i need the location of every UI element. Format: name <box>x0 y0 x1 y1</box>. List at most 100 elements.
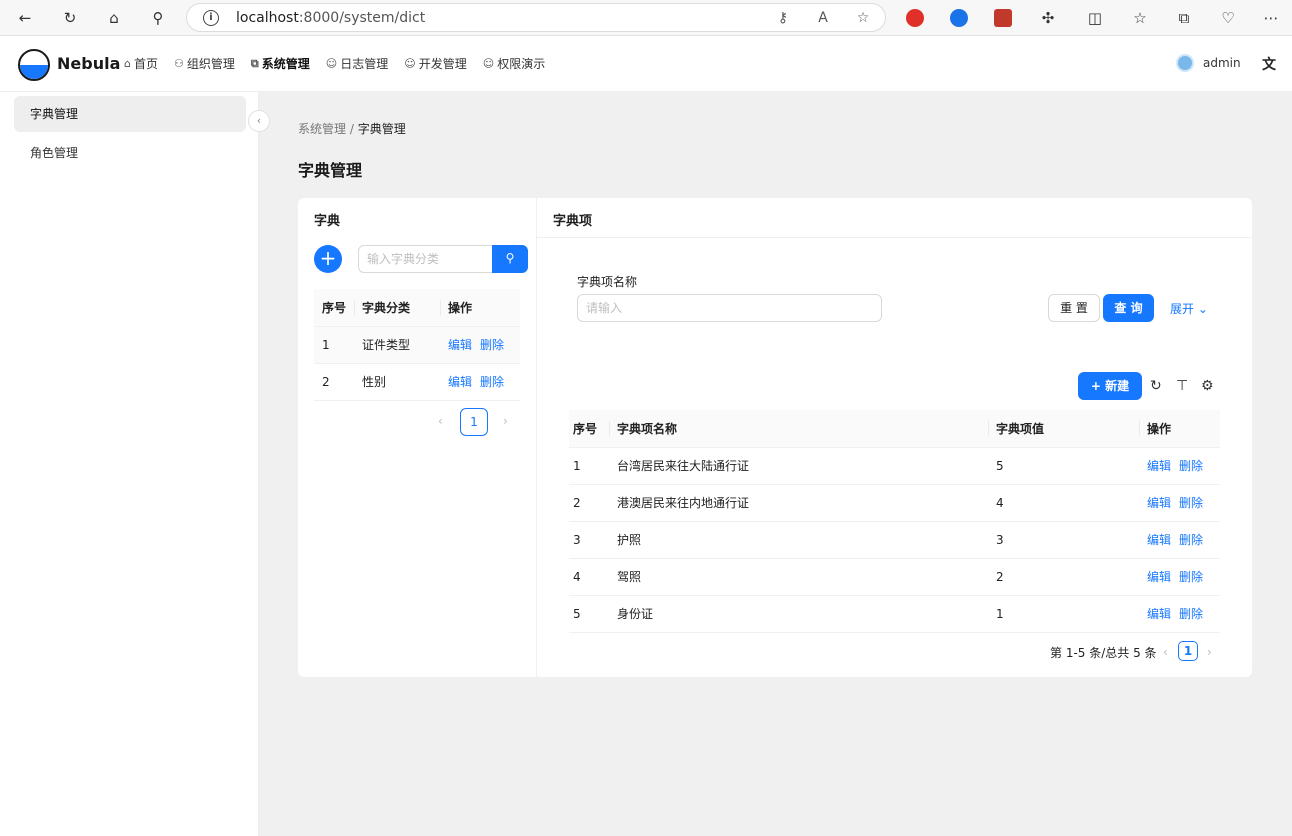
next-page-icon[interactable]: › <box>1207 645 1212 659</box>
column-header: 字典项名称 <box>609 410 988 448</box>
column-header: 字典分类 <box>354 289 440 327</box>
extension-blue-icon[interactable] <box>950 9 968 27</box>
cell-name: 性别 <box>354 363 440 401</box>
favorites-icon[interactable]: ☆ <box>1128 6 1152 30</box>
cell-no: 3 <box>569 521 609 559</box>
browser-toolbar: ← ↻ ⌂ ⚲ i localhost:8000/system/dict ⚷ A… <box>0 0 1292 36</box>
density-icon[interactable]: ⊤ <box>1176 378 1188 394</box>
cell-no: 4 <box>569 558 609 596</box>
delete-link[interactable]: 删除 <box>480 338 504 352</box>
user-menu[interactable]: admin <box>1176 54 1241 72</box>
expand-toggle[interactable]: 展开 ⌄ <box>1170 300 1208 317</box>
translate-icon[interactable]: 文 <box>1262 54 1276 74</box>
breadcrumb-separator: / <box>349 122 354 136</box>
collapse-sidebar-button[interactable]: ‹ <box>248 110 270 132</box>
extensions-puzzle-icon[interactable]: ✣ <box>1036 6 1060 30</box>
search-icon[interactable]: ⚲ <box>146 6 170 30</box>
nav-label: 组织管理 <box>186 57 235 71</box>
favorite-star-icon[interactable]: ☆ <box>853 8 873 28</box>
delete-link[interactable]: 删除 <box>1179 496 1203 510</box>
cell-no: 5 <box>569 595 609 633</box>
query-button[interactable]: 查 询 <box>1103 294 1154 322</box>
search-button[interactable]: ⚲ <box>492 245 528 273</box>
sidebar-item-dict[interactable]: 字典管理 <box>14 96 246 132</box>
column-header: 操作 <box>440 289 520 327</box>
address-bar[interactable]: i localhost:8000/system/dict ⚷ A ☆ <box>186 3 886 32</box>
table-row[interactable]: 3 护照 3 编辑 删除 <box>569 521 1220 559</box>
column-header: 操作 <box>1139 410 1220 448</box>
nav-label: 权限演示 <box>497 57 546 71</box>
next-page-icon[interactable]: › <box>503 414 508 428</box>
app-header: Nebula ⌂ 首页 ⚇ 组织管理 ⧉ 系统管理 ☺ 日志管理 ☺ 开发管理 ☺ 权限演示… <box>0 36 1292 92</box>
nav-item-dev[interactable]: ☺ 开发管理 <box>404 55 466 72</box>
edit-link[interactable]: 编辑 <box>1147 496 1171 510</box>
cell-value: 3 <box>988 521 1139 559</box>
settings-gear-icon[interactable]: ⚙ <box>1201 378 1214 394</box>
item-panel-title: 字典项 <box>553 214 593 229</box>
reload-icon[interactable]: ↻ <box>1150 378 1162 394</box>
edit-link[interactable]: 编辑 <box>1147 459 1171 473</box>
table-row[interactable]: 5 身份证 1 编辑 删除 <box>569 595 1220 633</box>
delete-link[interactable]: 删除 <box>480 375 504 389</box>
nav-item-home[interactable]: ⌂ 首页 <box>124 55 158 72</box>
cell-name: 台湾居民来往大陆通行证 <box>609 447 988 485</box>
delete-link[interactable]: 删除 <box>1179 459 1203 473</box>
home-icon[interactable]: ⌂ <box>102 6 126 30</box>
table-row[interactable]: 2 港澳居民来往内地通行证 4 编辑 删除 <box>569 484 1220 522</box>
nav-item-system[interactable]: ⧉ 系统管理 <box>251 55 310 72</box>
delete-link[interactable]: 删除 <box>1179 533 1203 547</box>
item-name-input[interactable] <box>577 294 882 322</box>
read-aloud-icon[interactable]: A <box>813 8 833 28</box>
refresh-icon[interactable]: ↻ <box>58 6 82 30</box>
table-row[interactable]: 4 驾照 2 编辑 删除 <box>569 558 1220 596</box>
logo <box>18 49 50 81</box>
new-item-button[interactable]: + 新建 <box>1078 372 1142 400</box>
more-icon[interactable]: ⋯ <box>1259 6 1283 30</box>
page-button[interactable]: 1 <box>460 408 488 436</box>
new-label: 新建 <box>1105 379 1130 393</box>
table-row[interactable]: 2 性别 编辑 删除 <box>314 363 520 401</box>
split-screen-icon[interactable]: ◫ <box>1083 6 1107 30</box>
page-button[interactable]: 1 <box>1178 641 1198 661</box>
sidebar-item-role[interactable]: 角色管理 <box>14 135 246 171</box>
prev-page-icon[interactable]: ‹ <box>1163 645 1168 659</box>
extension-red-icon[interactable] <box>906 9 924 27</box>
extension-square-icon[interactable] <box>994 9 1012 27</box>
delete-link[interactable]: 删除 <box>1179 607 1203 621</box>
add-dict-button[interactable]: + <box>314 245 342 273</box>
nav-item-log[interactable]: ☺ 日志管理 <box>326 55 388 72</box>
cell-value: 4 <box>988 484 1139 522</box>
url-path: :8000/system/dict <box>298 10 426 26</box>
nav-item-org[interactable]: ⚇ 组织管理 <box>174 55 235 72</box>
edit-link[interactable]: 编辑 <box>1147 533 1171 547</box>
back-icon[interactable]: ← <box>13 6 37 30</box>
edit-link[interactable]: 编辑 <box>1147 570 1171 584</box>
health-icon[interactable]: ♡ <box>1216 6 1240 30</box>
cell-name: 证件类型 <box>354 326 440 364</box>
reset-button[interactable]: 重 置 <box>1048 294 1100 322</box>
prev-page-icon[interactable]: ‹ <box>438 414 443 428</box>
collections-icon[interactable]: ⧉ <box>1172 6 1196 30</box>
edit-link[interactable]: 编辑 <box>448 338 472 352</box>
breadcrumb-parent[interactable]: 系统管理 <box>298 122 346 136</box>
filter-label: 字典项名称 <box>577 275 638 289</box>
top-nav: ⌂ 首页 ⚇ 组织管理 ⧉ 系统管理 ☺ 日志管理 ☺ 开发管理 ☺ 权限演示 <box>124 55 561 72</box>
table-row[interactable]: 1 台湾居民来往大陆通行证 5 编辑 删除 <box>569 447 1220 485</box>
plus-icon: + <box>1090 379 1106 393</box>
username: admin <box>1203 56 1241 70</box>
nav-label: 系统管理 <box>261 57 310 71</box>
nav-item-permission[interactable]: ☺ 权限演示 <box>483 55 545 72</box>
cell-value: 5 <box>988 447 1139 485</box>
edit-link[interactable]: 编辑 <box>1147 607 1171 621</box>
cell-name: 驾照 <box>609 558 988 596</box>
cell-no: 2 <box>314 363 354 401</box>
cell-name: 身份证 <box>609 595 988 633</box>
table-row[interactable]: 1 证件类型 编辑 删除 <box>314 326 520 364</box>
column-header: 字典项值 <box>988 410 1139 448</box>
dict-search-input[interactable] <box>358 245 493 273</box>
key-icon[interactable]: ⚷ <box>773 8 793 28</box>
delete-link[interactable]: 删除 <box>1179 570 1203 584</box>
cell-no: 1 <box>314 326 354 364</box>
site-info-icon[interactable]: i <box>203 10 219 26</box>
edit-link[interactable]: 编辑 <box>448 375 472 389</box>
